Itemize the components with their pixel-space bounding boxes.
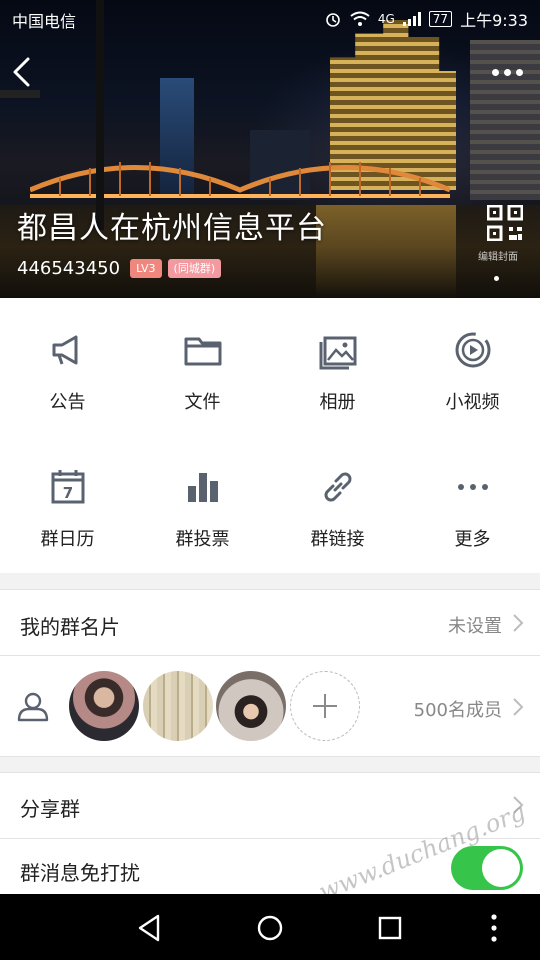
- function-short-video[interactable]: 小视频: [405, 298, 540, 435]
- add-member-button[interactable]: [290, 671, 360, 741]
- status-bar: 中国电信 4G 77 上午9:33: [0, 0, 540, 36]
- my-group-card-label: 我的群名片: [20, 615, 120, 639]
- avatar[interactable]: [143, 671, 213, 741]
- function-label: 小视频: [445, 392, 500, 413]
- avatar[interactable]: [69, 671, 139, 741]
- clock: 上午9:33: [460, 11, 528, 30]
- function-files[interactable]: 文件: [135, 298, 270, 435]
- folder-icon: [184, 337, 221, 366]
- my-group-card-row[interactable]: 我的群名片 未设置: [0, 590, 540, 656]
- nav-back-icon[interactable]: [130, 908, 170, 948]
- function-label: 群链接: [310, 529, 365, 550]
- more-options-button[interactable]: [492, 60, 528, 84]
- megaphone-icon: [52, 335, 77, 365]
- function-label: 更多: [454, 529, 491, 550]
- function-grid: 公告 文件 相册 小视频 7 群日历 群投票 群链接 更多: [0, 298, 540, 573]
- group-meta: 446543450 LV3 (同城群): [17, 258, 222, 279]
- link-icon: [324, 472, 351, 502]
- nav-recents-icon[interactable]: [370, 908, 410, 948]
- calendar-day-number: 7: [62, 484, 72, 502]
- share-group-label: 分享群: [20, 797, 80, 821]
- my-group-card-value: 未设置: [448, 616, 502, 637]
- cover-bridge: [30, 162, 450, 198]
- chevron-right-icon: [513, 614, 524, 632]
- signal-icon: [402, 12, 421, 26]
- function-label: 群日历: [40, 529, 95, 550]
- group-name: 都昌人在杭州信息平台: [17, 211, 327, 246]
- toggle-knob: [482, 849, 520, 887]
- function-label: 群投票: [175, 529, 230, 550]
- function-link[interactable]: 群链接: [270, 435, 405, 572]
- bar-chart-icon: [187, 473, 218, 502]
- cover-lamppost: [0, 90, 40, 98]
- level-badge: LV3: [130, 259, 162, 278]
- cover-reflection: [316, 205, 456, 298]
- share-group-row[interactable]: 分享群: [0, 773, 540, 838]
- mute-toggle[interactable]: [451, 846, 523, 890]
- avatar[interactable]: [216, 671, 286, 741]
- navigation-bar: [0, 894, 540, 960]
- plus-icon: [312, 693, 337, 718]
- carrier-label: 中国电信: [12, 12, 77, 31]
- alarm-icon: [326, 13, 340, 27]
- page-dot: [494, 276, 499, 281]
- more-dots-icon: [492, 68, 499, 76]
- function-calendar[interactable]: 7 群日历: [0, 435, 135, 572]
- members-icon: [17, 692, 49, 722]
- more-dots-icon: [516, 68, 523, 76]
- function-label: 文件: [184, 392, 221, 413]
- wifi-icon: [350, 11, 370, 26]
- photo-album-icon: [319, 336, 356, 370]
- function-album[interactable]: 相册: [270, 298, 405, 435]
- more-horizontal-icon: [457, 484, 488, 490]
- back-arrow-icon: [13, 57, 30, 87]
- function-label: 公告: [49, 392, 86, 413]
- back-button[interactable]: [10, 56, 34, 88]
- group-type-badge: (同城群): [167, 259, 222, 278]
- function-label: 相册: [319, 392, 356, 413]
- group-cover[interactable]: [0, 0, 540, 298]
- function-notice[interactable]: 公告: [0, 298, 135, 435]
- mute-label: 群消息免打扰: [20, 861, 140, 885]
- more-dots-icon: [504, 68, 511, 76]
- video-icon: [455, 332, 490, 368]
- battery-indicator: 77: [428, 11, 453, 27]
- qr-code-icon[interactable]: [487, 205, 523, 241]
- chevron-right-icon: [513, 698, 524, 716]
- function-more[interactable]: 更多: [405, 435, 540, 572]
- nav-home-icon[interactable]: [250, 908, 290, 948]
- function-vote[interactable]: 群投票: [135, 435, 270, 572]
- chevron-right-icon: [513, 796, 524, 814]
- member-count: 500名成员: [413, 700, 502, 721]
- group-id: 446543450: [17, 258, 121, 279]
- edit-cover-label[interactable]: 编辑封面: [468, 248, 528, 263]
- nav-menu-icon[interactable]: [474, 908, 514, 948]
- network-label: 4G: [377, 12, 395, 26]
- cover-page-indicator: [494, 276, 499, 281]
- calendar-icon: 7: [51, 470, 84, 504]
- status-icons: 4G 77 上午9:33: [324, 7, 528, 31]
